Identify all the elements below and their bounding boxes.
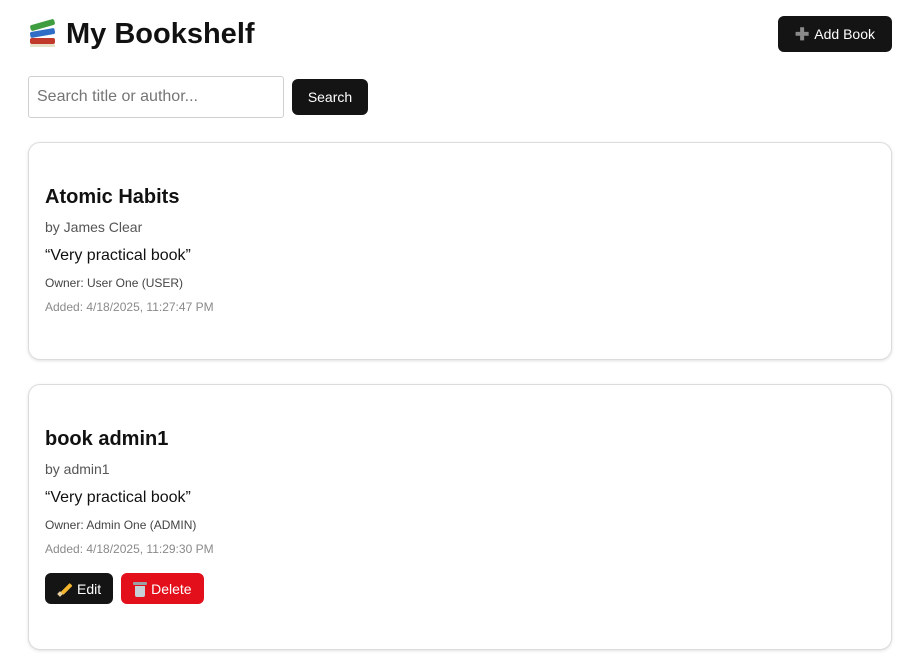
- edit-button[interactable]: Edit: [45, 573, 114, 604]
- book-review: “Very practical book”: [45, 247, 191, 264]
- book-card: book admin1 by admin1 “Very practical bo…: [28, 384, 892, 650]
- add-book-button[interactable]: ✚ Add Book: [778, 16, 892, 52]
- add-book-label: Add Book: [814, 26, 875, 42]
- delete-label: Delete: [151, 580, 192, 597]
- book-added-date: Added: 4/18/2025, 11:27:47 PM: [45, 300, 214, 314]
- edit-label: Edit: [77, 580, 102, 597]
- book-owner: Owner: User One (USER): [45, 276, 184, 290]
- search-button[interactable]: Search: [292, 79, 368, 115]
- book-title: book admin1: [45, 428, 169, 450]
- search-input[interactable]: [28, 76, 284, 118]
- delete-button[interactable]: Delete: [121, 573, 204, 604]
- book-title: Atomic Habits: [45, 186, 180, 208]
- book-author: by James Clear: [45, 219, 143, 235]
- book-author: by admin1: [45, 461, 110, 477]
- plus-icon: ✚: [795, 24, 810, 44]
- page-title-text: My Bookshelf: [66, 18, 255, 50]
- trash-icon: [133, 581, 148, 597]
- book-owner: Owner: Admin One (ADMIN): [45, 518, 197, 532]
- books-icon: [28, 18, 58, 49]
- book-review: “Very practical book”: [45, 489, 191, 506]
- search-bar: Search: [28, 76, 368, 118]
- page-title: My Bookshelf: [28, 16, 255, 52]
- pencil-icon: [57, 581, 73, 597]
- book-actions: Edit Delete: [45, 573, 875, 604]
- book-card: Atomic Habits by James Clear “Very pract…: [28, 142, 892, 360]
- book-added-date: Added: 4/18/2025, 11:29:30 PM: [45, 542, 214, 556]
- page-header: My Bookshelf ✚ Add Book: [28, 14, 892, 54]
